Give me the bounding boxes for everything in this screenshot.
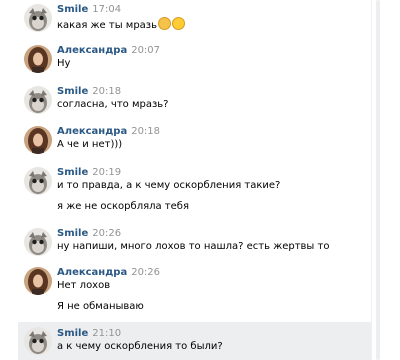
message-header: Александра 20:18 <box>57 126 160 137</box>
message-header: Smile 20:19 <box>57 167 121 178</box>
message-time[interactable]: 20:19 <box>92 167 121 178</box>
author-name[interactable]: Smile <box>57 4 88 15</box>
author-name[interactable]: Smile <box>57 328 88 339</box>
message-header: Александра 20:07 <box>57 45 160 56</box>
author-name[interactable]: Smile <box>57 228 88 239</box>
message-header: Александра 20:26 <box>57 267 160 278</box>
message-item[interactable]: Smile 20:26 ну напиши, много лохов то наш… <box>22 228 372 258</box>
message-text: ну напиши, много лохов то нашла? есть же… <box>57 241 330 252</box>
message-text: я же не оскорбляла тебя <box>57 201 189 212</box>
message-time[interactable]: 20:26 <box>92 228 121 239</box>
message-item-selected[interactable]: Smile 21:10 а к чему оскорбления то были? <box>18 322 372 360</box>
message-text: и то правда, а к чему оскорбления такие? <box>57 180 281 191</box>
message-item[interactable]: Smile 20:19 и то правда, а к чему оскорбл… <box>22 167 372 217</box>
message-time[interactable]: 20:07 <box>131 45 160 56</box>
author-name[interactable]: Smile <box>57 167 88 178</box>
author-name[interactable]: Smile <box>57 86 88 97</box>
message-item[interactable]: Александра 20:26 Нет лохов Я не обманываю <box>22 267 372 317</box>
author-name[interactable]: Александра <box>57 267 127 278</box>
smile-avatar[interactable] <box>24 228 52 256</box>
message-time[interactable]: 20:26 <box>131 267 160 278</box>
message-time[interactable]: 20:18 <box>92 86 121 97</box>
alexandra-avatar[interactable] <box>24 126 52 154</box>
message-item[interactable]: Smile 20:18 согласна, что мразь? <box>22 86 372 116</box>
message-item[interactable]: Александра 20:07 Ну <box>22 45 372 75</box>
message-text: а к чему оскорбления то были? <box>57 341 223 352</box>
message-header: Smile 20:26 <box>57 228 121 239</box>
message-time[interactable]: 21:10 <box>92 328 121 339</box>
grimacing-emoji-icon <box>158 17 171 30</box>
alexandra-avatar[interactable] <box>24 267 52 295</box>
smile-avatar[interactable] <box>24 327 52 355</box>
alexandra-avatar[interactable] <box>24 45 52 73</box>
grinning-emoji-icon <box>172 17 185 30</box>
message-text: Я не обманываю <box>57 301 144 312</box>
message-header: Smile 21:10 <box>57 328 121 339</box>
author-name[interactable]: Александра <box>57 45 127 56</box>
message-item[interactable]: Александра 20:18 А че и нет))) <box>22 126 372 156</box>
message-text: А че и нет))) <box>57 139 123 150</box>
author-name[interactable]: Александра <box>57 126 127 137</box>
smile-avatar[interactable] <box>24 167 52 195</box>
message-header: Smile 17:04 <box>57 4 121 15</box>
scrollbar[interactable] <box>371 0 400 360</box>
scroll-track[interactable] <box>376 0 380 360</box>
smile-avatar[interactable] <box>24 86 52 114</box>
message-text: Нет лохов <box>57 280 111 291</box>
message-text: какая же ты мразь <box>57 17 185 31</box>
message-item[interactable]: Smile 17:04 какая же ты мразь <box>22 4 372 34</box>
message-header: Smile 20:18 <box>57 86 121 97</box>
message-time[interactable]: 17:04 <box>92 4 121 15</box>
smile-avatar[interactable] <box>24 4 52 32</box>
message-text: Ну <box>57 58 71 69</box>
message-history: Smile 17:04 какая же ты мразь Александра 2… <box>0 0 372 360</box>
message-time[interactable]: 20:18 <box>131 126 160 137</box>
message-text: согласна, что мразь? <box>57 99 169 110</box>
